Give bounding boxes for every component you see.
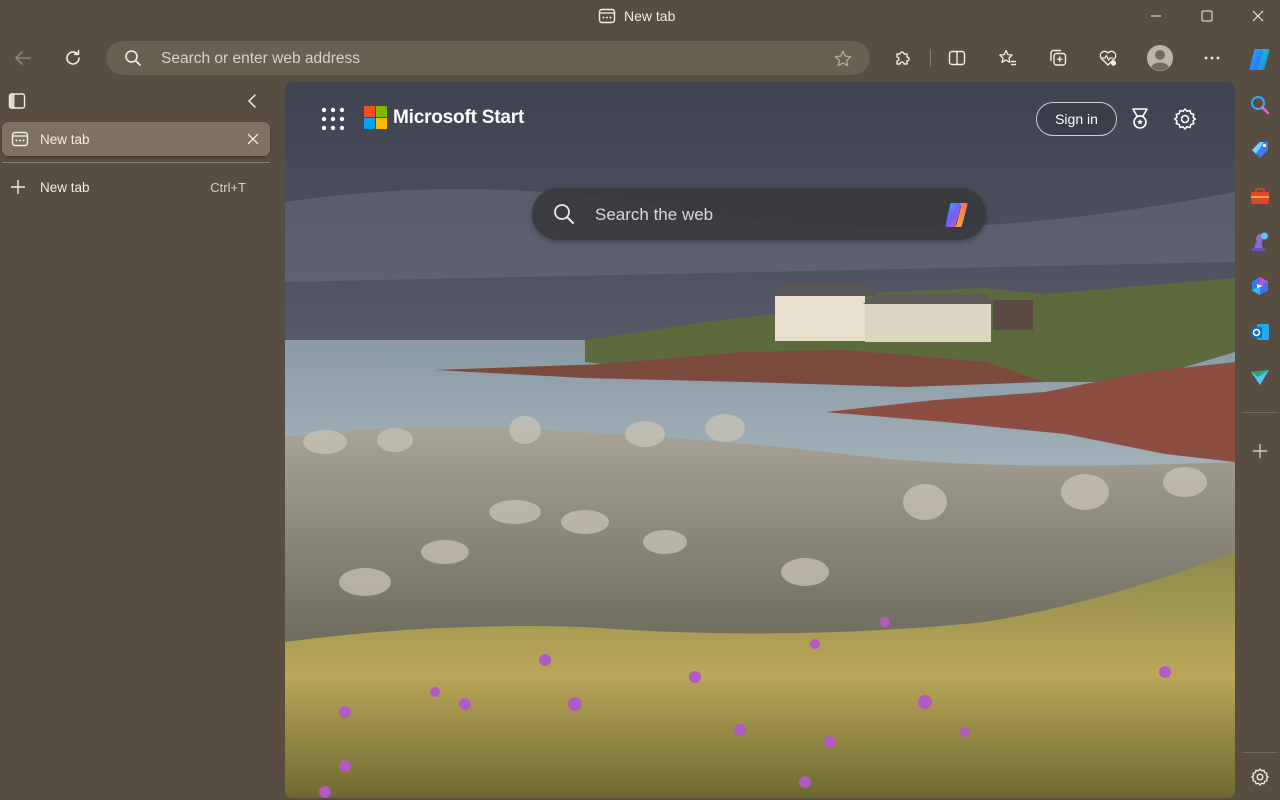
outlook-icon xyxy=(1249,321,1271,343)
tab-pane-icon xyxy=(8,92,26,110)
more-menu-button[interactable] xyxy=(1195,41,1229,75)
sidebar-divider xyxy=(1243,752,1277,753)
sidebar-shopping-button[interactable] xyxy=(1247,137,1273,163)
profile-button[interactable] xyxy=(1143,41,1177,75)
games-icon xyxy=(1249,230,1271,252)
sidebar-outlook-button[interactable] xyxy=(1247,319,1273,345)
new-tab-label: New tab xyxy=(40,180,90,195)
newtab-page-icon xyxy=(11,130,29,148)
maximize-button[interactable] xyxy=(1181,0,1233,32)
sidebar-settings-button[interactable] xyxy=(1247,764,1273,790)
split-screen-icon xyxy=(947,48,967,68)
rewards-trophy-icon[interactable] xyxy=(1127,106,1153,132)
settings-gear-icon xyxy=(1250,767,1270,787)
vertical-tabs-pane: New tab New tab Ctrl+T xyxy=(0,84,280,800)
address-bar[interactable]: Search or enter web address xyxy=(106,41,870,75)
browser-essentials-button[interactable] xyxy=(1091,41,1125,75)
newtab-page-icon xyxy=(598,7,616,25)
more-dots-icon xyxy=(1202,48,1222,68)
close-window-button[interactable] xyxy=(1232,0,1280,32)
search-icon xyxy=(1249,94,1271,116)
copilot-button[interactable] xyxy=(1243,42,1277,76)
new-tab-shortcut: Ctrl+T xyxy=(210,180,246,195)
refresh-icon xyxy=(63,48,83,68)
close-tab-icon[interactable] xyxy=(246,132,260,146)
plus-icon xyxy=(10,179,26,195)
back-button[interactable] xyxy=(6,41,40,75)
sign-in-button[interactable]: Sign in xyxy=(1036,102,1117,136)
sidebar-search-button[interactable] xyxy=(1247,92,1273,118)
window-title-group: New tab xyxy=(598,5,675,27)
copilot-icon[interactable] xyxy=(940,198,974,232)
page-settings-gear-icon[interactable] xyxy=(1172,106,1198,132)
tools-icon xyxy=(1249,185,1271,207)
refresh-button[interactable] xyxy=(56,41,90,75)
collapse-pane-button[interactable] xyxy=(244,92,260,110)
copilot-icon xyxy=(1246,45,1274,73)
new-tab-button[interactable]: New tab Ctrl+T xyxy=(0,174,268,200)
send-icon xyxy=(1249,366,1271,388)
sidebar-send-button[interactable] xyxy=(1247,364,1273,390)
sidebar-microsoft-365-button[interactable] xyxy=(1247,273,1273,299)
toolbar-separator xyxy=(930,49,931,67)
arrow-left-icon xyxy=(13,48,33,68)
collections-icon xyxy=(1048,48,1068,68)
sidebar-tools-button[interactable] xyxy=(1247,183,1273,209)
brand-title[interactable]: Microsoft Start xyxy=(393,107,524,129)
extensions-button[interactable] xyxy=(886,41,920,75)
new-tab-page: Microsoft Start Sign in Search the web xyxy=(285,82,1235,798)
tab-pane-divider xyxy=(2,162,270,163)
address-input[interactable]: Search or enter web address xyxy=(161,50,360,68)
heart-pulse-icon xyxy=(1098,48,1118,68)
chevron-left-icon xyxy=(244,92,260,110)
plus-icon xyxy=(1251,442,1269,460)
collections-button[interactable] xyxy=(1041,41,1075,75)
sidebar-add-button[interactable] xyxy=(1247,438,1273,464)
tab-actions-menu-button[interactable] xyxy=(8,92,26,110)
web-search-box[interactable]: Search the web xyxy=(532,188,986,240)
sidebar-games-button[interactable] xyxy=(1247,228,1273,254)
sidebar-divider xyxy=(1243,412,1277,413)
search-icon xyxy=(124,49,142,67)
search-icon xyxy=(553,203,575,225)
favorites-button[interactable] xyxy=(991,41,1025,75)
web-search-input[interactable]: Search the web xyxy=(595,205,713,225)
split-screen-button[interactable] xyxy=(940,41,974,75)
puzzle-icon xyxy=(893,48,913,68)
avatar xyxy=(1146,44,1174,72)
tab-new-tab[interactable]: New tab xyxy=(2,122,270,156)
microsoft-365-icon xyxy=(1249,275,1271,297)
tab-title: New tab xyxy=(40,132,90,147)
apps-launcher-icon[interactable] xyxy=(321,107,345,131)
shopping-tag-icon xyxy=(1249,139,1271,161)
favorites-list-icon xyxy=(998,48,1018,68)
microsoft-logo-icon xyxy=(364,106,387,129)
title-bar: New tab xyxy=(0,0,1280,32)
favorite-star-icon[interactable] xyxy=(833,49,853,69)
window-title: New tab xyxy=(624,8,676,24)
minimize-button[interactable] xyxy=(1130,0,1182,32)
